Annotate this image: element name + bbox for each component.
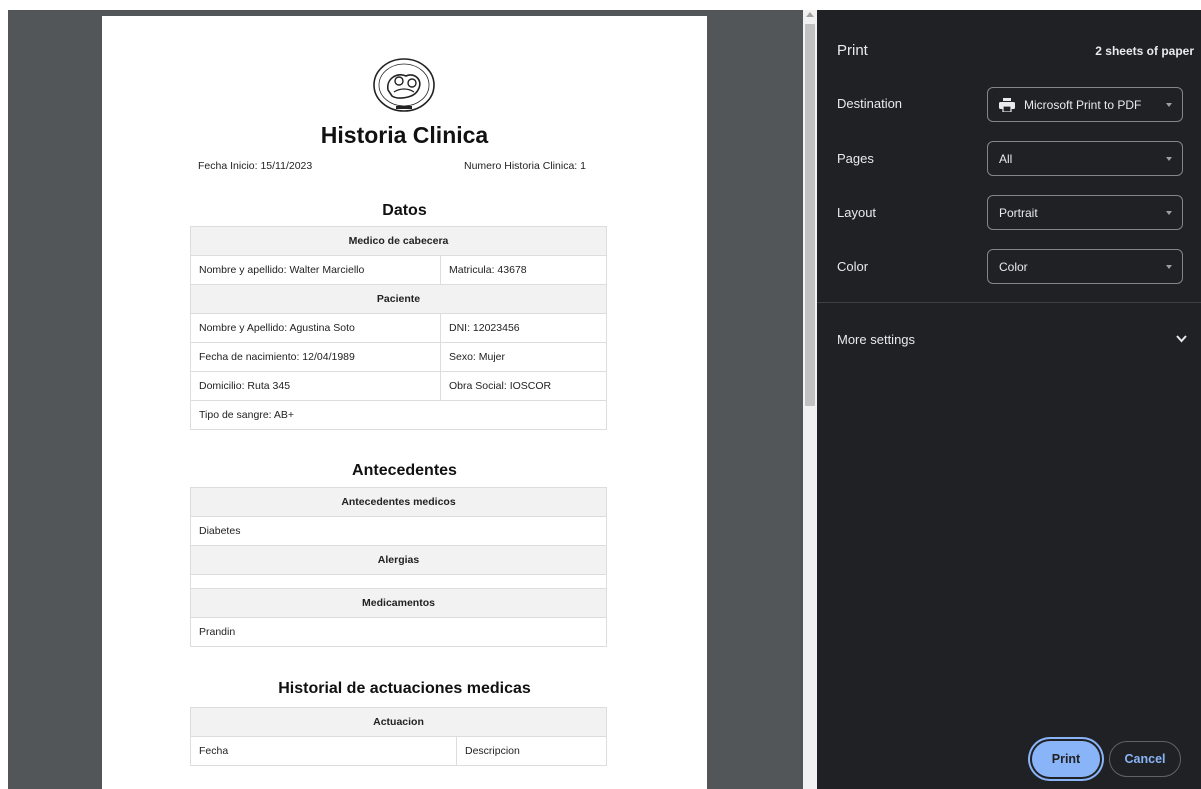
paciente-dni: DNI: 12023456 [440, 313, 607, 343]
datos-table: Medico de cabecera Nombre y apellido: Wa… [190, 226, 607, 430]
print-title: Print [837, 42, 868, 59]
more-settings-toggle[interactable]: More settings [837, 332, 915, 347]
paciente-header: Paciente [190, 284, 607, 314]
paciente-nombre: Nombre y Apellido: Agustina Soto [190, 313, 441, 343]
historial-table: Actuacion Fecha Descripcion [190, 707, 607, 766]
section-heading-antecedentes: Antecedentes [352, 462, 457, 479]
antecedentes-medicos-header: Antecedentes medicos [190, 487, 607, 517]
chevron-down-icon[interactable] [1176, 332, 1187, 346]
section-heading-datos: Datos [382, 202, 427, 219]
preview-scrollbar[interactable] [803, 10, 817, 789]
destination-value: Microsoft Print to PDF [1024, 97, 1142, 112]
col-fecha: Fecha [190, 736, 457, 766]
medico-nombre: Nombre y apellido: Walter Marciello [190, 255, 441, 285]
document-title: Historia Clinica [320, 122, 489, 148]
paciente-obra-social: Obra Social: IOSCOR [440, 371, 607, 401]
print-settings-sidebar: Print 2 sheets of paper Destination Micr… [817, 10, 1201, 789]
antecedentes-table: Antecedentes medicos Diabetes Alergias M… [190, 487, 607, 647]
medico-matricula: Matricula: 43678 [440, 255, 607, 285]
printer-icon [999, 97, 1015, 113]
col-descripcion: Descripcion [456, 736, 607, 766]
scroll-up-arrow-icon[interactable] [806, 12, 814, 17]
print-button[interactable]: Print [1032, 741, 1100, 777]
destination-select[interactable]: Microsoft Print to PDF [987, 87, 1183, 122]
paciente-tipo-sangre: Tipo de sangre: AB+ [190, 400, 607, 430]
numero-historia: Numero Historia Clinica: 1 [464, 160, 586, 172]
print-preview-area: Historia Clinica Fecha Inicio: 15/11/202… [8, 10, 817, 789]
antecedentes-medicos-value: Diabetes [190, 516, 607, 546]
actuacion-header: Actuacion [190, 707, 607, 737]
preview-page: Historia Clinica Fecha Inicio: 15/11/202… [102, 16, 707, 789]
sheet-count: 2 sheets of paper [1095, 44, 1194, 58]
pages-label: Pages [837, 151, 874, 166]
chevron-down-icon [1166, 157, 1172, 161]
alergias-value [190, 574, 607, 589]
medicamentos-value: Prandin [190, 617, 607, 647]
chevron-down-icon [1166, 211, 1172, 215]
layout-select[interactable]: Portrait [987, 195, 1183, 230]
alergias-header: Alergias [190, 545, 607, 575]
color-select[interactable]: Color [987, 249, 1183, 284]
layout-label: Layout [837, 205, 877, 220]
destination-label: Destination [837, 96, 903, 111]
color-value: Color [999, 259, 1028, 274]
color-label: Color [837, 259, 869, 274]
section-heading-historial: Historial de actuaciones medicas [278, 680, 531, 697]
paciente-nacimiento: Fecha de nacimiento: 12/04/1989 [190, 342, 441, 372]
medico-header: Medico de cabecera [190, 226, 607, 256]
scrollbar-thumb[interactable] [805, 24, 815, 406]
fecha-inicio: Fecha Inicio: 15/11/2023 [198, 160, 313, 172]
pages-value: All [999, 151, 1013, 166]
chevron-down-icon [1166, 265, 1172, 269]
layout-value: Portrait [999, 205, 1038, 220]
pages-select[interactable]: All [987, 141, 1183, 176]
chevron-down-icon [1166, 103, 1172, 107]
clinic-logo [373, 58, 435, 112]
medicamentos-header: Medicamentos [190, 588, 607, 618]
paciente-domicilio: Domicilio: Ruta 345 [190, 371, 441, 401]
cancel-button[interactable]: Cancel [1109, 741, 1181, 777]
paciente-sexo: Sexo: Mujer [440, 342, 607, 372]
divider [817, 302, 1201, 303]
